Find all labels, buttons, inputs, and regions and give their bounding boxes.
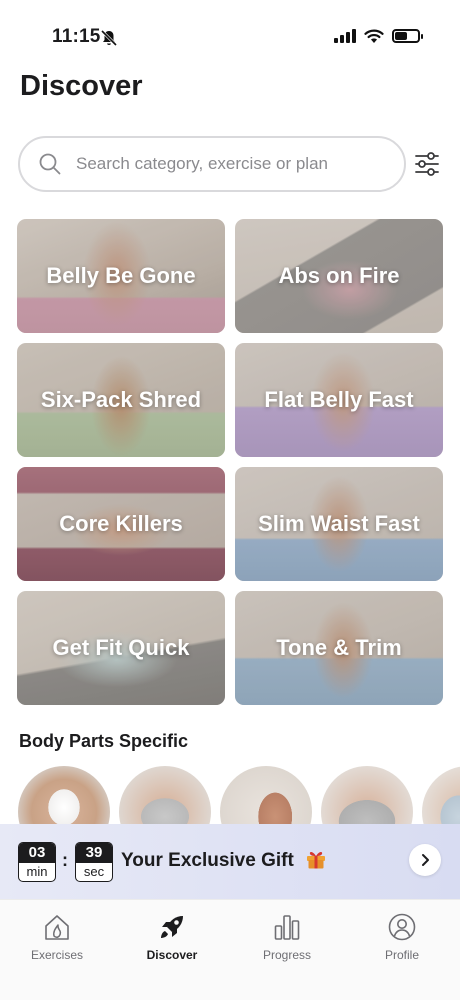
timer-minutes: 03 min	[18, 842, 56, 882]
chevron-right-icon	[422, 854, 429, 866]
page-title: Discover	[20, 70, 143, 102]
plan-card[interactable]: Six-Pack Shred	[17, 343, 225, 457]
body-part-glutes[interactable]	[321, 766, 413, 826]
rocket-icon	[161, 916, 183, 938]
timer-seconds-unit: sec	[83, 864, 105, 879]
tab-progress-label: Progress	[262, 948, 312, 962]
tab-discover-label: Discover	[146, 948, 198, 962]
plan-card[interactable]: Flat Belly Fast	[235, 343, 443, 457]
gift-banner-arrow-button[interactable]	[409, 844, 441, 876]
status-time: 11:15	[52, 26, 101, 47]
timer-minutes-unit: min	[26, 864, 48, 879]
plan-label: Six-Pack Shred	[40, 387, 202, 412]
gift-icon	[307, 851, 326, 869]
bar-chart-icon	[274, 915, 300, 940]
section-title-body-parts: Body Parts Specific	[19, 731, 189, 751]
battery-icon	[392, 29, 423, 43]
search-icon	[39, 153, 61, 175]
bell-off-icon	[100, 29, 118, 47]
body-part-legs[interactable]	[119, 766, 211, 826]
plan-label: Flat Belly Fast	[264, 387, 414, 412]
plan-label: Get Fit Quick	[52, 635, 190, 660]
tab-profile-label: Profile	[384, 948, 419, 962]
search-bar[interactable]	[18, 136, 406, 192]
body-parts-carousel[interactable]	[18, 766, 460, 826]
plan-card[interactable]: Slim Waist Fast	[235, 467, 443, 581]
timer-separator: :	[62, 850, 68, 870]
profile-icon	[388, 913, 416, 941]
body-part-back[interactable]	[422, 766, 460, 826]
body-part-arms[interactable]	[220, 766, 312, 826]
tab-profile[interactable]: Profile	[356, 912, 448, 962]
plan-label: Abs on Fire	[278, 263, 400, 288]
exercises-icon	[45, 915, 69, 940]
tab-exercises[interactable]: Exercises	[11, 912, 103, 962]
plan-label: Belly Be Gone	[46, 263, 196, 288]
wifi-icon	[364, 29, 384, 43]
plan-card[interactable]: Belly Be Gone	[17, 219, 225, 333]
plan-label: Core Killers	[59, 511, 183, 536]
plan-grid: Belly Be Gone Abs on Fire Six-Pack Shred…	[17, 219, 443, 705]
timer-minutes-value: 03	[19, 843, 55, 863]
tab-progress[interactable]: Progress	[241, 912, 333, 962]
plan-card[interactable]: Get Fit Quick	[17, 591, 225, 705]
tab-discover[interactable]: Discover	[126, 912, 218, 962]
body-part-chest[interactable]	[18, 766, 110, 826]
cellular-signal-icon	[334, 29, 356, 43]
gift-banner-text: Your Exclusive Gift	[121, 849, 327, 872]
filter-icon[interactable]	[414, 152, 440, 176]
gift-banner-label: Your Exclusive Gift	[121, 850, 294, 871]
search-input[interactable]	[76, 154, 376, 174]
tab-bar: Exercises Discover Progress Profile	[0, 899, 460, 1000]
timer-seconds-value: 39	[76, 843, 112, 863]
plan-card[interactable]: Tone & Trim	[235, 591, 443, 705]
timer-seconds: 39 sec	[75, 842, 113, 882]
tab-exercises-label: Exercises	[30, 948, 83, 962]
plan-card[interactable]: Core Killers	[17, 467, 225, 581]
plan-card[interactable]: Abs on Fire	[235, 219, 443, 333]
plan-label: Tone & Trim	[276, 635, 402, 660]
status-bar: 11:15	[0, 0, 460, 76]
plan-label: Slim Waist Fast	[258, 511, 420, 536]
